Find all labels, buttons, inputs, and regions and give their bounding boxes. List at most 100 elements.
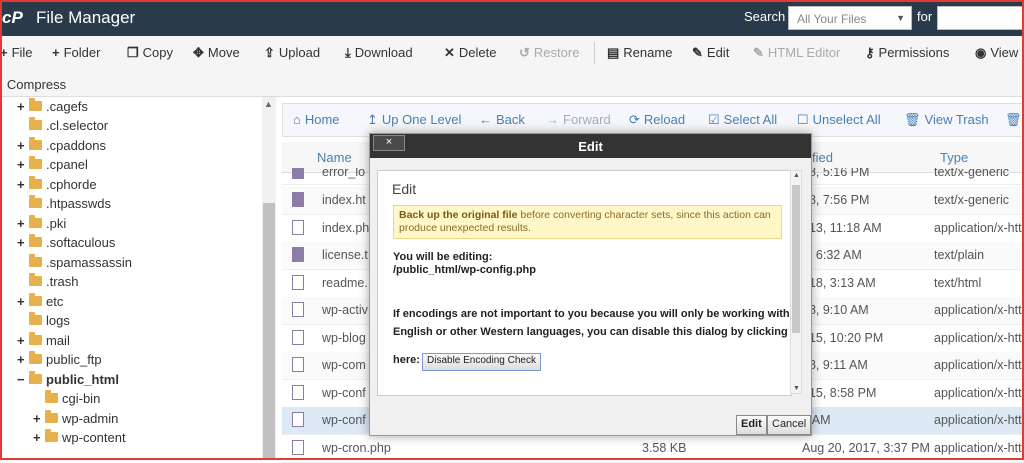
tree-item[interactable]: + .softaculous	[17, 234, 115, 253]
folder-icon	[29, 351, 42, 364]
table-row[interactable]: wp-cron.php 3.58 KB Aug 20, 2017, 3:37 P…	[282, 435, 1024, 463]
tree-item[interactable]: logs	[17, 312, 70, 331]
search-scope-value: All Your Files	[797, 12, 867, 26]
back-button[interactable]: ← Back	[479, 112, 525, 127]
column-type[interactable]: Type	[940, 150, 968, 165]
folder-tree: + .cagefs .cl.selector + .cpaddons + .cpane…	[0, 97, 276, 460]
folder-icon	[29, 98, 42, 111]
copy-button[interactable]: ❐ Copy	[127, 45, 173, 61]
tree-item[interactable]: .cl.selector	[17, 117, 108, 136]
home-button[interactable]: ⌂ Home	[293, 112, 340, 127]
tree-item[interactable]: + wp-admin	[33, 410, 118, 429]
editing-path: /public_html/wp-config.php	[393, 264, 536, 276]
warning-box: Back up the original file before convert…	[393, 205, 782, 239]
tree-item[interactable]: + .pki	[17, 215, 66, 234]
up-one-level-button[interactable]: ↥ Up One Level	[367, 112, 461, 128]
code-file-icon	[292, 302, 304, 317]
home-icon: ⌂	[293, 112, 301, 127]
tree-item[interactable]: + .cpanel	[17, 156, 88, 175]
tree-item[interactable]: + public_ftp	[17, 351, 102, 370]
plus-icon: +	[52, 45, 60, 60]
forward-button[interactable]: → Forward	[546, 112, 611, 127]
tree-item[interactable]: + .cpaddons	[17, 137, 106, 156]
tree-item-current[interactable]: − public_html	[17, 371, 119, 390]
upload-icon: ⇪	[264, 45, 275, 60]
text-file-icon	[292, 192, 304, 207]
dialog-heading: Edit	[392, 181, 417, 197]
arrow-right-icon: →	[546, 112, 559, 127]
folder-icon	[29, 234, 42, 247]
close-button[interactable]: ×	[373, 135, 405, 151]
warning-bold-text: Back up the original file	[399, 209, 518, 221]
text-file-icon	[292, 168, 304, 179]
search-input[interactable]	[937, 6, 1024, 30]
cancel-button[interactable]: Cancel	[767, 415, 812, 435]
tree-item[interactable]: + mail	[17, 332, 70, 351]
dialog-scrollbar[interactable]: ▲ ▼	[790, 170, 802, 394]
permissions-button[interactable]: ⚷ Permissions	[865, 45, 949, 61]
tree-item[interactable]: + .cagefs	[17, 98, 88, 117]
edit-box-icon: ✎	[753, 45, 764, 60]
download-button[interactable]: ⤓ Download	[345, 45, 413, 61]
folder-icon	[29, 195, 42, 208]
folder-icon	[29, 293, 42, 306]
folder-icon	[29, 137, 42, 150]
chevron-up-icon[interactable]: ▲	[793, 172, 800, 179]
chevron-up-icon[interactable]: ▲	[264, 99, 273, 109]
encoding-text-line-1: If encodings are not important to you be…	[393, 308, 790, 320]
search-scope-select[interactable]: All Your Files ▼	[788, 6, 912, 30]
restore-button[interactable]: ↺ Restore	[519, 45, 579, 61]
tree-item[interactable]: cgi-bin	[33, 390, 100, 409]
code-file-icon	[292, 220, 304, 235]
tree-item[interactable]: .spamassassin	[17, 254, 132, 273]
upload-button[interactable]: ⇪ Upload	[264, 45, 320, 61]
chevron-down-icon: ▼	[896, 13, 905, 23]
pencil-icon: ✎	[692, 45, 703, 60]
html-editor-button[interactable]: ✎ HTML Editor	[753, 45, 840, 61]
column-last-modified[interactable]: fied	[812, 150, 833, 165]
view-trash-button[interactable]: 🗑 View Trash	[904, 112, 989, 128]
here-label: here:	[393, 354, 420, 366]
edit-button[interactable]: ✎ Edit	[692, 45, 729, 61]
toolbar-divider	[594, 42, 595, 64]
disable-encoding-check-button[interactable]: Disable Encoding Check	[422, 353, 541, 371]
move-button[interactable]: ✥ Move	[193, 45, 240, 61]
select-all-button[interactable]: ☑ Select All	[708, 112, 777, 128]
eye-icon: ◉	[975, 45, 987, 60]
new-file-button[interactable]: + File	[0, 45, 33, 60]
chevron-down-icon[interactable]: ▼	[793, 385, 800, 392]
code-file-icon	[292, 275, 304, 290]
top-header: cP File Manager Search All Your Files ▼ …	[0, 0, 1024, 36]
view-button[interactable]: ◉ View	[975, 45, 1018, 61]
dialog-header: Edit ×	[370, 134, 811, 158]
copy-icon: ❐	[127, 45, 139, 60]
tree-scrollbar[interactable]: ▲	[262, 97, 276, 460]
tree-item[interactable]: + wp-content	[33, 429, 126, 448]
folder-open-icon	[29, 371, 42, 384]
code-file-icon	[292, 412, 304, 427]
unselect-all-button[interactable]: ☐ Unselect All	[797, 112, 881, 128]
tree-scrollbar-thumb[interactable]	[263, 203, 275, 460]
tree-item[interactable]: .trash	[17, 273, 79, 292]
tree-item[interactable]: .htpasswds	[17, 195, 111, 214]
dialog-scrollbar-thumb[interactable]	[792, 185, 800, 333]
new-folder-button[interactable]: + Folder	[52, 45, 100, 60]
reload-button[interactable]: ⟳ Reload	[629, 112, 685, 128]
tree-item[interactable]: + etc	[17, 293, 63, 312]
delete-button[interactable]: ✕ Delete	[444, 45, 496, 61]
rename-button[interactable]: ▤ Rename	[607, 45, 672, 61]
plus-icon: +	[0, 45, 8, 60]
code-file-icon	[292, 440, 304, 455]
edit-confirm-button[interactable]: Edit	[736, 415, 767, 435]
compress-button[interactable]: ʼ Compress	[0, 77, 66, 92]
folder-icon	[29, 312, 42, 325]
folder-icon	[29, 332, 42, 345]
column-name[interactable]: Name	[317, 150, 352, 165]
reload-icon: ⟳	[629, 112, 640, 127]
empty-trash-button[interactable]: 🗑	[1005, 112, 1024, 128]
file-icon: ▤	[607, 45, 620, 60]
trash-icon: 🗑	[1005, 112, 1022, 127]
tree-item[interactable]: + .cphorde	[17, 176, 97, 195]
folder-icon	[45, 410, 58, 423]
dialog-body: Edit Back up the original file before co…	[377, 170, 792, 396]
